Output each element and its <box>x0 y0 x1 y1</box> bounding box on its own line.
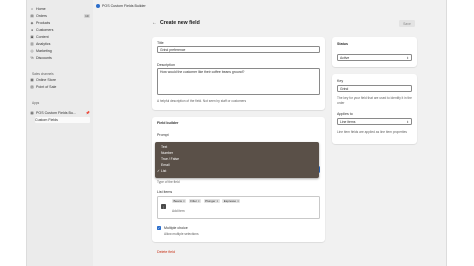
applies-to-label: Applies to <box>337 112 353 116</box>
home-icon: ⌂ <box>30 7 34 11</box>
sidebar-item-products[interactable]: ◈ Products <box>30 20 90 26</box>
page-title: Create new field <box>160 20 200 26</box>
sidebar-item-label: Custom Fields <box>35 118 58 122</box>
remove-chip-icon[interactable]: × <box>198 199 200 203</box>
key-label: Key <box>337 79 344 83</box>
analytics-icon: ▥ <box>30 42 34 46</box>
sidebar-item-label: Products <box>36 21 51 25</box>
title-input[interactable]: Grind preference <box>157 46 320 53</box>
dropdown-option-email[interactable]: Email <box>161 163 169 167</box>
page-header: ← Create new field <box>152 20 200 26</box>
description-label: Description <box>157 63 175 67</box>
dropdown-option-text[interactable]: Text <box>161 145 167 149</box>
orders-icon: ▤ <box>30 14 34 18</box>
applies-to-select-value: Line items <box>340 120 356 124</box>
status-select[interactable]: Active ⇕ <box>337 54 412 61</box>
dropdown-option-list[interactable]: List <box>161 169 166 173</box>
status-heading: Status <box>337 42 348 46</box>
list-item-chip: Beans × <box>172 199 187 203</box>
sidebar-item-label: Customers <box>36 28 54 32</box>
type-help-text: Type of the field <box>157 180 180 184</box>
sidebar-item-label: Home <box>36 7 46 11</box>
sidebar-item-label: Analytics <box>36 42 51 46</box>
sidebar-item-label: Orders <box>36 14 47 18</box>
sidebar: ⌂ Home ▤ Orders 10 ◈ Products ● Customer… <box>27 0 93 266</box>
customers-icon: ● <box>30 28 34 32</box>
sidebar-item-point-of-sale[interactable]: ▧ Point of Sale <box>30 84 90 90</box>
list-items-field: Beans × Filter × Plunger × Espresso × ⋮ Add … <box>157 196 320 219</box>
key-input[interactable]: Grind <box>337 85 412 92</box>
app-name: POS Custom Fields Builder <box>102 4 146 8</box>
drag-handle-icon[interactable]: ⋮ <box>161 204 166 209</box>
sidebar-item-pos-custom-fields[interactable]: ▩ POS Custom Fields Bu... 📌 <box>30 110 90 116</box>
app-icon: ▩ <box>30 111 34 115</box>
sidebar-item-online-store[interactable]: ▦ Online Store <box>30 77 90 83</box>
type-dropdown-menu: Text Number True / False Email ✓ List <box>155 142 319 178</box>
back-arrow-icon[interactable]: ← <box>152 20 157 26</box>
sidebar-item-label: Content <box>36 35 49 39</box>
sidebar-item-custom-fields[interactable]: Custom Fields <box>35 117 90 123</box>
sidebar-item-home[interactable]: ⌂ Home <box>30 6 90 12</box>
app-logo-icon <box>96 4 100 8</box>
chevron-updown-icon: ⇕ <box>406 56 409 60</box>
sidebar-item-label: Discounts <box>36 56 52 60</box>
sales-channels-heading: Sales channels <box>32 72 54 76</box>
dropdown-option-true-false[interactable]: True / False <box>161 157 179 161</box>
app-topbar: POS Custom Fields Builder <box>93 0 446 12</box>
chevron-updown-icon: ⇕ <box>406 120 409 124</box>
key-help-text: The key for your field that are used to … <box>337 96 412 105</box>
multiple-choice-checkbox[interactable]: ✓ <box>157 226 161 230</box>
delete-field-link[interactable]: Delete field <box>157 250 175 254</box>
sidebar-item-analytics[interactable]: ▥ Analytics <box>30 41 90 47</box>
discounts-icon: % <box>30 56 34 60</box>
list-item-chip: Plunger × <box>203 199 220 203</box>
sidebar-item-orders[interactable]: ▤ Orders 10 <box>30 13 90 19</box>
save-button[interactable]: Save <box>399 20 415 27</box>
sidebar-item-label: Online Store <box>36 78 56 82</box>
description-help-text: A helpful description of the field. Not … <box>157 99 247 103</box>
check-icon: ✓ <box>157 169 160 173</box>
remove-chip-icon[interactable]: × <box>237 199 239 203</box>
multiple-choice-help: Allow multiple selections <box>164 232 199 236</box>
sidebar-item-label: Marketing <box>36 49 52 53</box>
sidebar-item-customers[interactable]: ● Customers <box>30 27 90 33</box>
remove-chip-icon[interactable]: × <box>216 199 218 203</box>
status-select-value: Active <box>340 56 350 60</box>
description-textarea[interactable]: How would the customer like their coffee… <box>157 68 320 95</box>
list-items-label: List items <box>157 190 173 194</box>
list-item-chip: Espresso × <box>222 199 241 203</box>
dropdown-option-number[interactable]: Number <box>161 151 173 155</box>
content-icon: ▣ <box>30 35 34 39</box>
list-item-chip: Filter × <box>188 199 202 203</box>
applies-to-help-text: Line item fields are applied as line ite… <box>337 130 407 134</box>
orders-count-badge: 10 <box>83 14 90 18</box>
add-item-input[interactable]: Add item <box>172 209 185 213</box>
multiple-choice-label: Multiple choice <box>164 226 188 230</box>
pin-icon[interactable]: 📌 <box>86 111 90 115</box>
field-builder-heading: Field builder <box>157 121 179 125</box>
sidebar-item-discounts[interactable]: % Discounts <box>30 55 90 61</box>
apps-heading: Apps <box>32 101 40 105</box>
store-icon: ▦ <box>30 78 34 82</box>
sidebar-item-marketing[interactable]: ◎ Marketing <box>30 48 90 54</box>
remove-chip-icon[interactable]: × <box>183 199 185 203</box>
applies-to-select[interactable]: Line items ⇕ <box>337 118 412 125</box>
sidebar-item-content[interactable]: ▣ Content <box>30 34 90 40</box>
products-icon: ◈ <box>30 21 34 25</box>
title-label: Title <box>157 41 164 45</box>
prompt-label: Prompt <box>157 133 169 137</box>
sidebar-item-label: POS Custom Fields Bu... <box>36 111 76 115</box>
sidebar-item-label: Point of Sale <box>36 85 57 89</box>
marketing-icon: ◎ <box>30 49 34 53</box>
list-item-chips: Beans × Filter × Plunger × Espresso × <box>172 199 242 203</box>
pos-icon: ▧ <box>30 85 34 89</box>
